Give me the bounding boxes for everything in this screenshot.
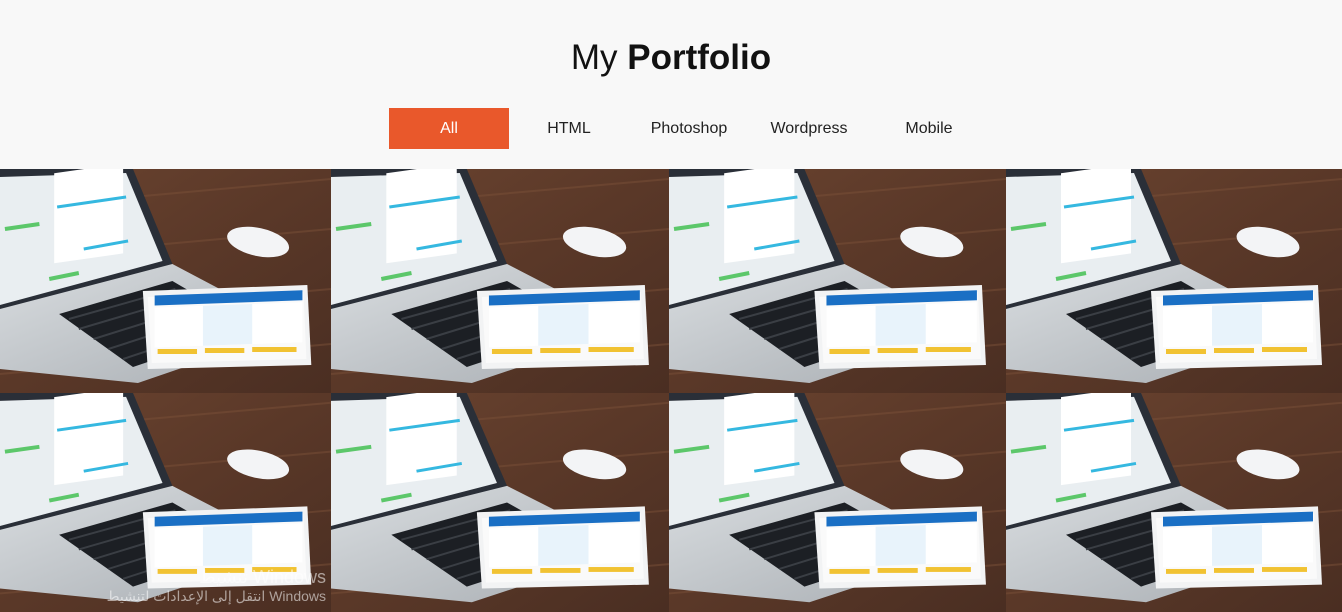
portfolio-image	[0, 393, 331, 612]
portfolio-image	[331, 169, 669, 393]
portfolio-item[interactable]	[331, 169, 669, 393]
portfolio-image	[669, 393, 1006, 612]
portfolio-image	[1006, 169, 1342, 393]
portfolio-item[interactable]	[0, 169, 331, 393]
portfolio-image	[331, 393, 669, 612]
portfolio-item[interactable]	[1006, 169, 1342, 393]
filter-photoshop-button[interactable]: Photoshop	[629, 108, 749, 149]
portfolio-item[interactable]	[0, 393, 331, 612]
portfolio-item[interactable]	[331, 393, 669, 612]
filter-mobile-button[interactable]: Mobile	[869, 108, 989, 149]
portfolio-header: My Portfolio All HTML Photoshop Wordpres…	[0, 0, 1342, 169]
filter-bar: All HTML Photoshop Wordpress Mobile	[389, 108, 989, 149]
portfolio-image	[669, 169, 1006, 393]
filter-wordpress-button[interactable]: Wordpress	[749, 108, 869, 149]
portfolio-image	[1006, 393, 1342, 612]
portfolio-item[interactable]	[669, 169, 1006, 393]
portfolio-image	[0, 169, 331, 393]
title-strong: Portfolio	[627, 38, 772, 77]
page-title: My Portfolio	[0, 36, 1342, 80]
filter-all-button[interactable]: All	[389, 108, 509, 149]
portfolio-item[interactable]	[1006, 393, 1342, 612]
title-plain: My	[570, 38, 618, 77]
filter-html-button[interactable]: HTML	[509, 108, 629, 149]
portfolio-item[interactable]	[669, 393, 1006, 612]
portfolio-grid	[0, 169, 1342, 612]
